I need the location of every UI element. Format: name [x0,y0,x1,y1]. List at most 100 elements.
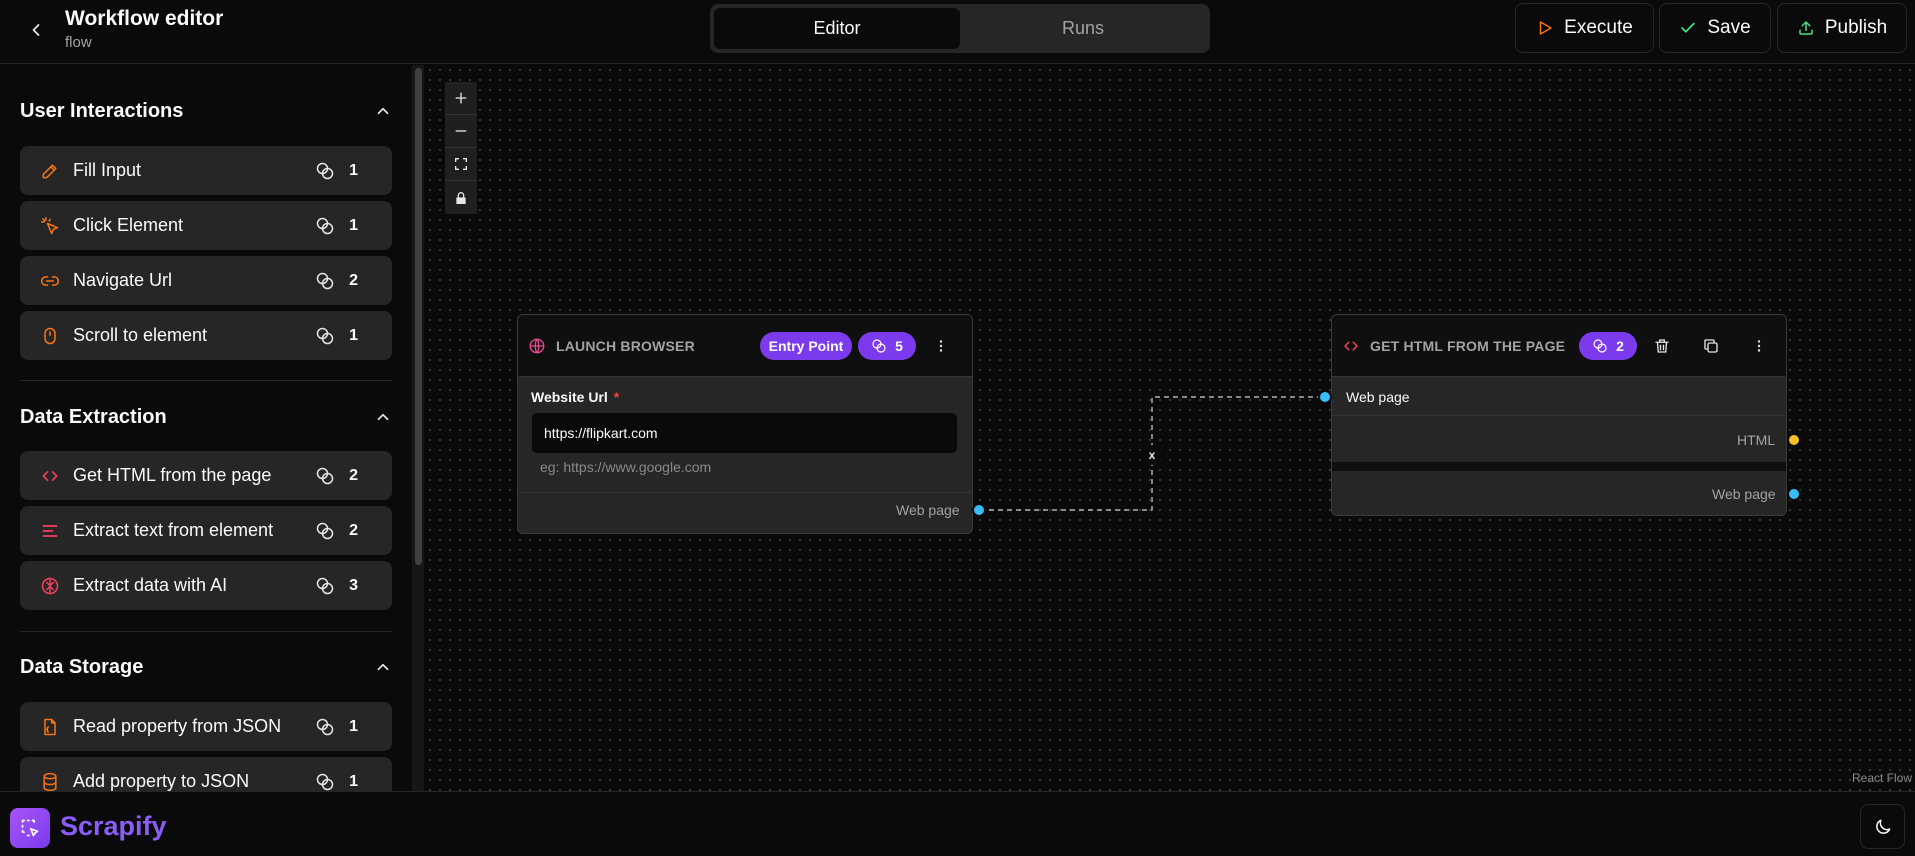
publish-button[interactable]: Publish [1777,3,1907,53]
coins-icon [316,272,334,289]
output-handle-web-page[interactable] [972,503,986,517]
save-button[interactable]: Save [1659,3,1771,53]
website-url-hint: eg: https://www.google.com [540,459,712,475]
brain-icon [41,577,59,594]
minus-icon [455,130,467,132]
coins-icon [316,217,334,234]
section-title: User Interactions [20,99,184,122]
chevron-up-icon [377,413,389,421]
task-item-fill-input[interactable]: Fill Input 1 [20,146,392,195]
credit-count: 1 [315,216,358,236]
grip-vertical-icon [939,340,943,352]
fit-view-button[interactable] [445,148,477,181]
pencil-icon [42,163,57,178]
node-title: GET HTML FROM THE PAGE [1370,337,1566,354]
globe-icon [529,338,545,353]
output-label-web-page: Web page [896,502,960,518]
chevron-up-icon [377,663,389,671]
task-item-click-element[interactable]: Click Element 1 [20,201,392,250]
plus-icon [455,92,467,104]
credit-count: 2 [315,271,358,291]
credit-count: 2 [315,466,358,486]
code-icon [42,470,58,481]
task-item-extract-text[interactable]: Extract text from element 2 [20,506,392,555]
lock-button[interactable] [445,181,477,214]
node-header[interactable]: GET HTML FROM THE PAGE 2 [1332,315,1786,377]
coins-icon [316,327,334,344]
task-item-get-html[interactable]: Get HTML from the page 2 [20,451,392,500]
task-item-add-json[interactable]: Add property to JSON 1 [20,757,392,791]
page-title: Workflow editor [65,7,224,30]
website-url-label: Website Url * [531,389,620,405]
tab-runs[interactable]: Runs [960,8,1206,49]
sidebar-scrollbar-thumb[interactable] [415,68,422,565]
task-item-read-json[interactable]: Read property from JSON 1 [20,702,392,751]
task-item-scroll-to-element[interactable]: Scroll to element 1 [20,311,392,360]
output-label-web-page: Web page [1712,486,1776,502]
coins-icon [316,577,334,594]
coins-icon [316,773,334,790]
coins-icon [316,522,334,539]
edge-delete-button[interactable]: x [1142,445,1162,465]
duplicate-node-button[interactable] [1698,333,1724,359]
back-button[interactable] [22,16,50,44]
mouse-icon [44,327,56,344]
chevron-left-icon [32,24,40,36]
node-header[interactable]: LAUNCH BROWSER Entry Point 5 [518,315,972,377]
chevron-up-icon [377,107,389,115]
logo-badge[interactable] [10,808,50,848]
save-label: Save [1707,17,1751,38]
task-item-label: Add property to JSON [73,771,250,791]
task-item-extract-ai[interactable]: Extract data with AI 3 [20,561,392,610]
credit-badge: 2 [1579,332,1637,360]
upload-icon [1799,21,1813,35]
coins-icon [1593,339,1607,353]
section-user-interactions[interactable]: User Interactions [20,96,392,126]
task-item-label: Get HTML from the page [73,465,272,485]
execute-button[interactable]: Execute [1515,3,1654,53]
react-flow-attribution[interactable]: React Flow [1852,771,1912,785]
square-dashed-pointer-icon [21,819,39,837]
input-label-web-page: Web page [1346,389,1410,405]
coins-icon [316,718,334,735]
theme-toggle-button[interactable] [1860,804,1905,849]
zoom-in-button[interactable] [445,82,477,115]
copy-icon [1704,339,1718,353]
lock-icon [456,191,466,204]
node-divider [518,492,972,493]
credit-count: 3 [315,576,358,596]
workflow-name: flow [65,34,92,51]
grip-vertical-icon [1757,340,1761,352]
tab-editor[interactable]: Editor [714,8,960,49]
view-tabs: Editor Runs [710,4,1210,53]
node-title: LAUNCH BROWSER [556,337,695,354]
output-handle-web-page[interactable] [1787,487,1801,501]
check-icon [1681,22,1696,33]
section-divider [20,631,392,632]
section-data-storage[interactable]: Data Storage [20,652,392,682]
website-url-input[interactable]: https://flipkart.com [531,412,958,454]
node-launch-browser[interactable]: LAUNCH BROWSER Entry Point 5 Website Url… [517,314,973,534]
database-icon [43,772,57,791]
section-data-extraction[interactable]: Data Extraction [20,402,392,432]
canvas-controls [445,82,477,214]
task-item-label: Extract data with AI [73,575,228,595]
zoom-out-button[interactable] [445,115,477,148]
task-item-label: Navigate Url [73,270,173,290]
play-icon [1539,21,1552,35]
coins-icon [872,339,886,353]
entry-point-badge: Entry Point [760,332,852,360]
coins-icon [316,467,334,484]
node-get-html[interactable]: GET HTML FROM THE PAGE 2 Web page HTML W… [1331,314,1787,516]
delete-node-button[interactable] [1649,333,1675,359]
credit-count: 1 [315,717,358,737]
drag-handle[interactable] [1746,333,1772,359]
task-item-navigate-url[interactable]: Navigate Url 2 [20,256,392,305]
task-sidebar: User Interactions Fill Input 1 Click Ele… [0,65,424,791]
brand-name[interactable]: Scrapify [60,811,167,842]
credit-count: 1 [315,772,358,792]
drag-handle[interactable] [928,333,954,359]
output-handle-html[interactable] [1787,433,1801,447]
input-handle-web-page[interactable] [1318,390,1332,404]
output-label-html: HTML [1737,432,1776,448]
